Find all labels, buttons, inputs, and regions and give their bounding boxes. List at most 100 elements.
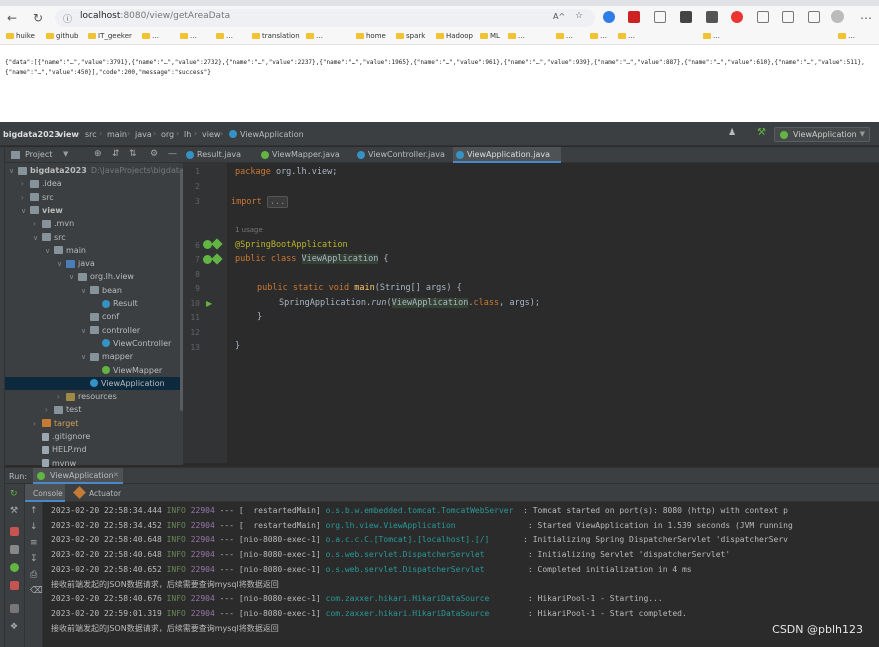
camera-icon[interactable] bbox=[10, 545, 19, 554]
arrow-down-icon[interactable]: ↓ bbox=[30, 522, 38, 532]
tree-item[interactable]: HELP.md bbox=[5, 443, 180, 456]
extension-icon[interactable] bbox=[706, 11, 718, 23]
run-class-icon[interactable] bbox=[203, 255, 212, 264]
expand-all-icon[interactable]: ⇵ bbox=[112, 149, 120, 159]
tree-item[interactable]: ∨ controller bbox=[5, 324, 180, 337]
hide-panel-icon[interactable]: — bbox=[168, 149, 177, 159]
run-tab-viewapplication[interactable]: ViewApplication ✕ bbox=[33, 468, 123, 484]
spring-config-icon[interactable] bbox=[211, 238, 223, 250]
bookmark-item[interactable]: … bbox=[180, 32, 197, 40]
refresh-icon[interactable]: ↻ bbox=[30, 10, 46, 26]
favorite-star-icon[interactable]: ☆ bbox=[575, 11, 583, 21]
print-icon[interactable]: ⎙ bbox=[30, 570, 37, 580]
url-field[interactable]: ⓘ localhost:8080/view/getAreaData A^ ☆ bbox=[55, 9, 595, 27]
split-screen-icon[interactable] bbox=[757, 11, 769, 23]
tree-item[interactable]: conf bbox=[5, 310, 180, 323]
avatar[interactable] bbox=[831, 10, 844, 23]
back-icon[interactable]: ← bbox=[4, 10, 20, 26]
breadcrumb-item[interactable]: org bbox=[161, 130, 174, 139]
chevron-down-icon[interactable]: ∨ bbox=[81, 285, 90, 298]
bookmark-item[interactable]: Hadoop bbox=[436, 32, 473, 40]
run-main-icon[interactable]: ▶ bbox=[206, 299, 212, 308]
bookmark-item[interactable]: ML bbox=[480, 32, 500, 40]
extension-icon[interactable] bbox=[628, 11, 640, 23]
usage-hint[interactable]: 1 usage bbox=[235, 226, 263, 234]
tab-result-java[interactable]: Result.java bbox=[183, 147, 257, 163]
bookmark-item[interactable]: … bbox=[838, 32, 855, 40]
bookmark-item[interactable]: … bbox=[556, 32, 573, 40]
project-view-select[interactable]: Project bbox=[25, 150, 52, 159]
locate-icon[interactable]: ⊕ bbox=[94, 149, 102, 159]
spring-config-icon[interactable] bbox=[211, 253, 223, 265]
stop-icon[interactable] bbox=[10, 527, 19, 536]
tab-viewmapper-java[interactable]: ViewMapper.java bbox=[258, 147, 353, 163]
tree-item[interactable]: ViewController bbox=[5, 337, 180, 350]
chevron-right-icon[interactable]: › bbox=[21, 192, 30, 205]
bookmark-item[interactable]: translation bbox=[252, 32, 300, 40]
collections-icon[interactable] bbox=[808, 11, 820, 23]
tree-item[interactable]: ∨ org.lh.view bbox=[5, 270, 180, 283]
breadcrumb-item[interactable]: src bbox=[85, 130, 97, 139]
user-icon[interactable]: ♟ bbox=[728, 128, 736, 138]
spring-icon[interactable] bbox=[10, 563, 19, 572]
bookmark-item[interactable]: … bbox=[508, 32, 525, 40]
info-icon[interactable]: ⓘ bbox=[63, 12, 72, 25]
trash-icon[interactable]: ⌫ bbox=[30, 586, 43, 596]
extension-icon[interactable] bbox=[603, 11, 615, 23]
chevron-down-icon[interactable]: ∨ bbox=[21, 205, 30, 218]
layout-icon[interactable] bbox=[10, 604, 19, 613]
bookmark-item[interactable]: home bbox=[356, 32, 386, 40]
bookmark-item[interactable]: … bbox=[216, 32, 233, 40]
favorites-icon[interactable] bbox=[782, 11, 794, 23]
chevron-down-icon[interactable]: ∨ bbox=[45, 245, 54, 258]
folded-imports[interactable]: ... bbox=[266, 196, 289, 208]
chevron-right-icon[interactable]: › bbox=[33, 218, 42, 231]
extension-icon[interactable] bbox=[654, 11, 666, 23]
chevron-down-icon[interactable]: ∨ bbox=[81, 351, 90, 364]
chevron-down-icon[interactable]: ∨ bbox=[81, 325, 90, 338]
bookmark-item[interactable]: spark bbox=[396, 32, 425, 40]
bookmark-item[interactable]: huike bbox=[6, 32, 35, 40]
bookmark-item[interactable]: IT_geeker bbox=[88, 32, 132, 40]
breadcrumb-item[interactable]: ViewApplication bbox=[240, 130, 304, 139]
tree-item[interactable]: › .mvn bbox=[5, 217, 180, 230]
tree-item[interactable]: .gitignore bbox=[5, 430, 180, 443]
bookmark-item[interactable]: … bbox=[618, 32, 635, 40]
more-menu-icon[interactable]: ⋯ bbox=[858, 10, 874, 26]
run-configuration-select[interactable]: ViewApplication ▼ bbox=[774, 127, 870, 142]
tree-item[interactable]: › resources bbox=[5, 390, 180, 403]
tree-item[interactable]: ViewApplication bbox=[5, 376, 180, 390]
tree-item[interactable]: Result bbox=[5, 297, 180, 310]
tree-item[interactable]: ∨ src bbox=[5, 231, 180, 244]
gear-icon[interactable]: ⚙ bbox=[150, 149, 158, 159]
chevron-down-icon[interactable]: ∨ bbox=[69, 271, 78, 284]
chevron-right-icon[interactable]: › bbox=[33, 418, 42, 431]
bookmark-item[interactable]: … bbox=[306, 32, 323, 40]
bookmark-item[interactable]: … bbox=[590, 32, 607, 40]
breadcrumb-item[interactable]: main bbox=[107, 130, 127, 139]
soft-wrap-icon[interactable]: ≡ bbox=[30, 538, 38, 548]
reader-mode-icon[interactable]: A^ bbox=[553, 12, 565, 21]
tab-viewapplication-java[interactable]: ViewApplication.java bbox=[453, 147, 561, 163]
tree-item[interactable]: › target bbox=[5, 417, 180, 430]
chevron-right-icon[interactable]: › bbox=[21, 178, 30, 191]
tab-actuator[interactable]: Actuator bbox=[89, 489, 121, 498]
wrench-icon[interactable]: ⚒ bbox=[10, 506, 18, 516]
tree-item[interactable]: ∨ mapper bbox=[5, 350, 180, 363]
build-hammer-icon[interactable]: ⚒ bbox=[757, 127, 766, 138]
tree-item[interactable]: ∨ bean bbox=[5, 284, 180, 297]
breadcrumb-item[interactable]: view bbox=[202, 130, 220, 139]
bookmark-item[interactable]: … bbox=[142, 32, 159, 40]
extension-icon[interactable] bbox=[731, 11, 743, 23]
tree-item[interactable]: › src bbox=[5, 191, 180, 204]
bookmark-item[interactable]: … bbox=[703, 32, 720, 40]
chevron-down-icon[interactable]: ∨ bbox=[57, 258, 66, 271]
chevron-down-icon[interactable]: ∨ bbox=[33, 232, 42, 245]
chevron-down-icon[interactable]: ∨ bbox=[9, 165, 18, 178]
collapse-all-icon[interactable]: ⇅ bbox=[129, 149, 137, 159]
tree-item[interactable]: › .idea bbox=[5, 177, 180, 190]
tree-item[interactable]: ∨ view bbox=[5, 204, 180, 217]
extension-icon[interactable] bbox=[680, 11, 692, 23]
arrow-up-icon[interactable]: ↑ bbox=[30, 506, 38, 516]
breadcrumb-item[interactable]: view bbox=[58, 130, 79, 139]
